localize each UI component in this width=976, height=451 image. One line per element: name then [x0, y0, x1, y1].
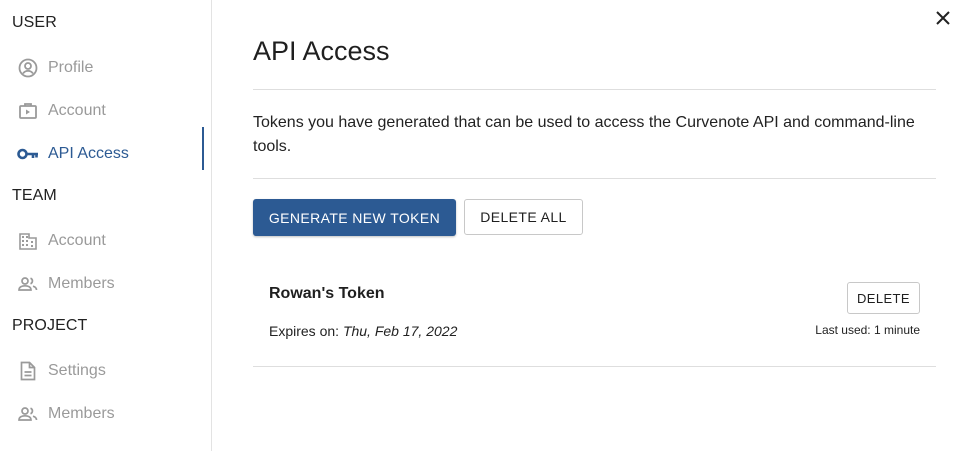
sidebar-item-settings[interactable]: Settings [0, 354, 212, 388]
section-title-project: PROJECT [12, 317, 88, 334]
account-icon [17, 100, 39, 122]
divider [253, 366, 936, 367]
members-icon [17, 273, 39, 295]
building-icon [17, 230, 39, 252]
sidebar-item-account[interactable]: Account [0, 94, 212, 128]
document-icon [17, 360, 39, 382]
divider [253, 178, 936, 179]
sidebar-item-label: Members [48, 405, 115, 422]
sidebar-item-label: API Access [48, 145, 129, 162]
token-name: Rowan's Token [269, 285, 385, 302]
close-icon[interactable] [933, 8, 953, 28]
delete-all-button[interactable]: DELETE ALL [464, 199, 583, 235]
expires-label: Expires on: [269, 323, 340, 339]
sidebar-item-label: Settings [48, 362, 106, 379]
sidebar-item-api-access[interactable]: API Access [0, 127, 212, 171]
profile-icon [17, 57, 39, 79]
sidebar-item-team-account[interactable]: Account [0, 224, 212, 258]
sidebar-item-label: Members [48, 275, 115, 292]
sidebar-item-label: Profile [48, 59, 94, 76]
page-description: Tokens you have generated that can be us… [253, 114, 915, 155]
sidebar-item-label: Account [48, 232, 106, 249]
sidebar-item-profile[interactable]: Profile [0, 51, 212, 85]
section-title-team: TEAM [12, 187, 57, 204]
members-icon [17, 403, 39, 425]
token-last-used: Last used: 1 minute [815, 323, 920, 337]
token-expiry: Expires on: Thu, Feb 17, 2022 [269, 323, 457, 339]
sidebar-item-label: Account [48, 102, 106, 119]
generate-token-button[interactable]: GENERATE NEW TOKEN [253, 199, 456, 236]
key-icon [17, 143, 39, 165]
sidebar-item-project-members[interactable]: Members [0, 397, 212, 431]
expires-date: Thu, Feb 17, 2022 [342, 323, 458, 339]
divider [253, 89, 936, 90]
sidebar-item-team-members[interactable]: Members [0, 267, 212, 301]
section-title-user: USER [12, 14, 57, 31]
delete-token-button[interactable]: DELETE [847, 282, 920, 314]
page-title: API Access [253, 36, 390, 66]
settings-sidebar: USER Profile Account API Access TEAM Acc… [0, 0, 212, 451]
